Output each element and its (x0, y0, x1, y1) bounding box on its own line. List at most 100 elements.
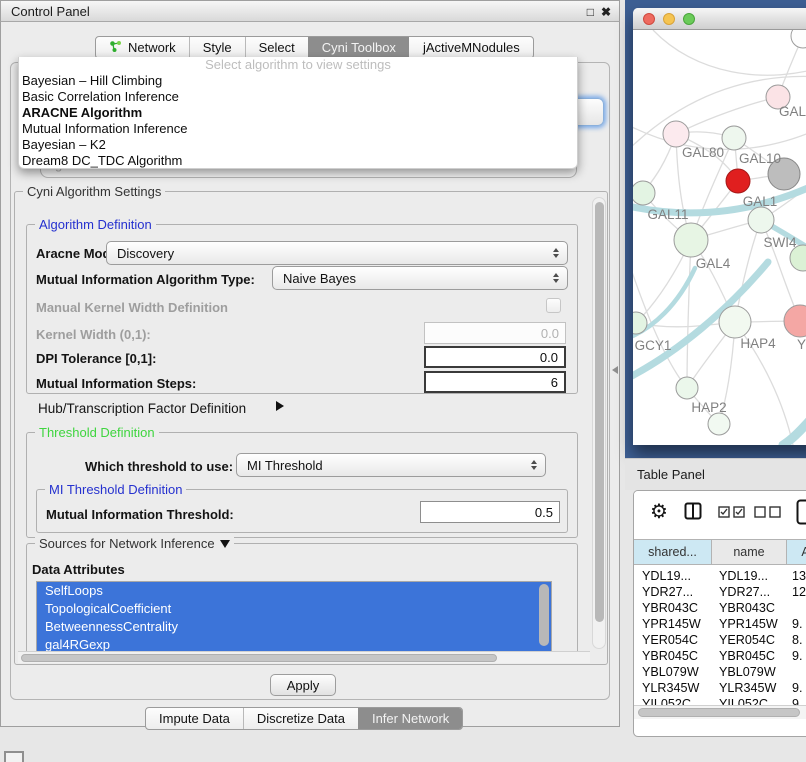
node-salmon[interactable] (784, 305, 806, 337)
column-header-shared-name[interactable]: shared... (634, 539, 711, 565)
close-traffic-light[interactable] (643, 13, 655, 25)
bottom-tabbar: Impute Data Discretize Data Infer Networ… (145, 707, 463, 730)
node-partial-bottom[interactable] (708, 413, 730, 435)
node-label: GCY1 (635, 338, 672, 353)
combo-stepper-icon (531, 454, 537, 476)
document-icon[interactable] (796, 499, 806, 525)
columns-icon[interactable] (684, 502, 702, 520)
hub-section-label[interactable]: Hub/Transcription Factor Definition (38, 401, 246, 416)
column-header-name[interactable]: name (711, 539, 786, 565)
node-partial-top[interactable] (791, 30, 806, 48)
attr-item-betweennesscentrality[interactable]: BetweennessCentrality (37, 618, 551, 636)
algorithm-definition-legend: Algorithm Definition (35, 217, 156, 232)
node-label: SWI4 (763, 235, 796, 250)
table-row[interactable]: YDL19...YDL19...13 (634, 569, 806, 585)
node-hap2[interactable] (676, 377, 698, 399)
dpi-tolerance-field[interactable]: 0.0 (424, 346, 566, 368)
data-attributes-list[interactable]: SelfLoops TopologicalCoefficient Between… (36, 581, 552, 655)
expand-arrow-icon[interactable] (276, 401, 284, 411)
node-label: GAL11 (647, 207, 688, 222)
attr-list-scrollbar[interactable] (539, 584, 549, 646)
mi-type-combo[interactable]: Naive Bayes (272, 266, 568, 290)
select-all-icon[interactable] (718, 506, 746, 518)
manual-kernel-checkbox[interactable] (546, 298, 561, 313)
settings-vscrollbar-track[interactable] (592, 197, 606, 649)
network-icon (109, 40, 122, 56)
minimize-traffic-light[interactable] (663, 13, 675, 25)
mi-threshold-field[interactable]: 0.5 (420, 501, 560, 523)
control-panel-titlebar[interactable]: Control Panel □ ✖ (0, 0, 620, 22)
cyni-settings-legend: Cyni Algorithm Settings (23, 184, 165, 199)
splitter-handle[interactable] (612, 366, 618, 374)
tab-impute-data[interactable]: Impute Data (146, 708, 243, 729)
algo-option-bayesian-k2[interactable]: Bayesian – K2 (19, 137, 577, 153)
table-row[interactable]: YPR145WYPR145W9. (634, 617, 806, 633)
table-row[interactable]: YBR045CYBR045C9. (634, 649, 806, 665)
which-threshold-combo[interactable]: MI Threshold (236, 453, 546, 477)
table-row[interactable]: YDR27...YDR27...12 (634, 585, 806, 601)
node-gal10[interactable] (722, 126, 746, 150)
tab-network-label: Network (128, 40, 176, 55)
threshold-definition-legend: Threshold Definition (35, 425, 159, 440)
node-gal1-red[interactable] (726, 169, 750, 193)
corner-partial-icon[interactable] (4, 751, 24, 762)
tab-infer-network[interactable]: Infer Network (358, 708, 462, 729)
network-window-titlebar[interactable] (633, 8, 806, 30)
settings-hscrollbar-thumb[interactable] (21, 654, 497, 662)
node-gal11[interactable] (633, 181, 655, 205)
algo-option-bayesian-hill-climbing[interactable]: Bayesian – Hill Climbing (19, 73, 577, 89)
node-label: HAP4 (740, 336, 776, 351)
column-header-partial[interactable]: A (786, 539, 806, 565)
node-gal4[interactable] (674, 223, 708, 257)
attr-item-topologicalcoefficient[interactable]: TopologicalCoefficient (37, 600, 551, 618)
network-canvas[interactable]: GAL GAL80 GAL10 GAL1 GAL11 SWI4 GAL4 GCY… (633, 30, 806, 445)
network-window[interactable]: GAL GAL80 GAL10 GAL1 GAL11 SWI4 GAL4 GCY… (633, 8, 806, 445)
node-hap4[interactable] (719, 306, 751, 338)
sources-legend[interactable]: Sources for Network Inference (35, 536, 234, 551)
network-node-labels: GAL GAL80 GAL10 GAL1 GAL11 SWI4 GAL4 GCY… (635, 104, 806, 415)
collapse-arrow-icon[interactable] (220, 540, 230, 548)
tab-discretize-data[interactable]: Discretize Data (243, 708, 358, 729)
table-row[interactable]: YBL079WYBL079W (634, 665, 806, 681)
data-attributes-label: Data Attributes (32, 562, 125, 577)
table-panel-header: Table Panel (625, 458, 806, 490)
aracne-mode-combo[interactable]: Discovery (106, 241, 568, 265)
mi-threshold-label: Mutual Information Threshold: (46, 507, 234, 522)
tab-style[interactable]: Style (189, 37, 245, 58)
algo-option-aracne[interactable]: ARACNE Algorithm (19, 105, 577, 121)
table-window: ⚙ shared... name A YDL19...YDL19...13 YD… (633, 490, 806, 737)
algo-option-basic-correlation[interactable]: Basic Correlation Inference (19, 89, 577, 105)
algo-option-dream8[interactable]: Dream8 DC_TDC Algorithm (19, 153, 577, 169)
table-hscrollbar-track[interactable] (634, 705, 806, 719)
float-window-icon[interactable]: □ (587, 6, 594, 18)
close-icon[interactable]: ✖ (601, 6, 611, 18)
table-row[interactable]: YER054CYER054C8. (634, 633, 806, 649)
table-toolbar: ⚙ (634, 491, 806, 539)
attr-item-selfloops[interactable]: SelfLoops (37, 582, 551, 600)
deselect-all-icon[interactable] (754, 506, 782, 518)
table-row[interactable]: YBR043CYBR043C (634, 601, 806, 617)
tab-cyni-toolbox[interactable]: Cyni Toolbox (308, 37, 409, 58)
tab-select[interactable]: Select (245, 37, 308, 58)
manual-kernel-label: Manual Kernel Width Definition (36, 300, 228, 315)
settings-hscrollbar-track[interactable] (18, 651, 590, 663)
settings-vscrollbar-thumb[interactable] (595, 202, 604, 622)
algo-option-mutual-information[interactable]: Mutual Information Inference (19, 121, 577, 137)
tab-jactivemnodules[interactable]: jActiveMNodules (409, 37, 533, 58)
combo-stepper-icon (553, 242, 559, 264)
mi-type-label: Mutual Information Algorithm Type: (36, 272, 255, 287)
table-row[interactable]: YLR345WYLR345W9. (634, 681, 806, 697)
dpi-tolerance-label: DPI Tolerance [0,1]: (36, 351, 156, 366)
node-label: GAL1 (743, 194, 778, 209)
table-hscrollbar-thumb[interactable] (638, 708, 800, 717)
zoom-traffic-light[interactable] (683, 13, 695, 25)
apply-button[interactable]: Apply (270, 674, 336, 696)
node-swi4[interactable] (748, 207, 774, 233)
node-label: GAL4 (696, 256, 731, 271)
tab-network[interactable]: Network (96, 37, 189, 58)
network-graph[interactable]: GAL GAL80 GAL10 GAL1 GAL11 SWI4 GAL4 GCY… (633, 30, 806, 445)
kernel-width-field[interactable]: 0.0 (424, 322, 566, 344)
mi-steps-field[interactable]: 6 (424, 371, 566, 393)
gear-icon[interactable]: ⚙ (650, 502, 668, 522)
node-gal80[interactable] (663, 121, 689, 147)
